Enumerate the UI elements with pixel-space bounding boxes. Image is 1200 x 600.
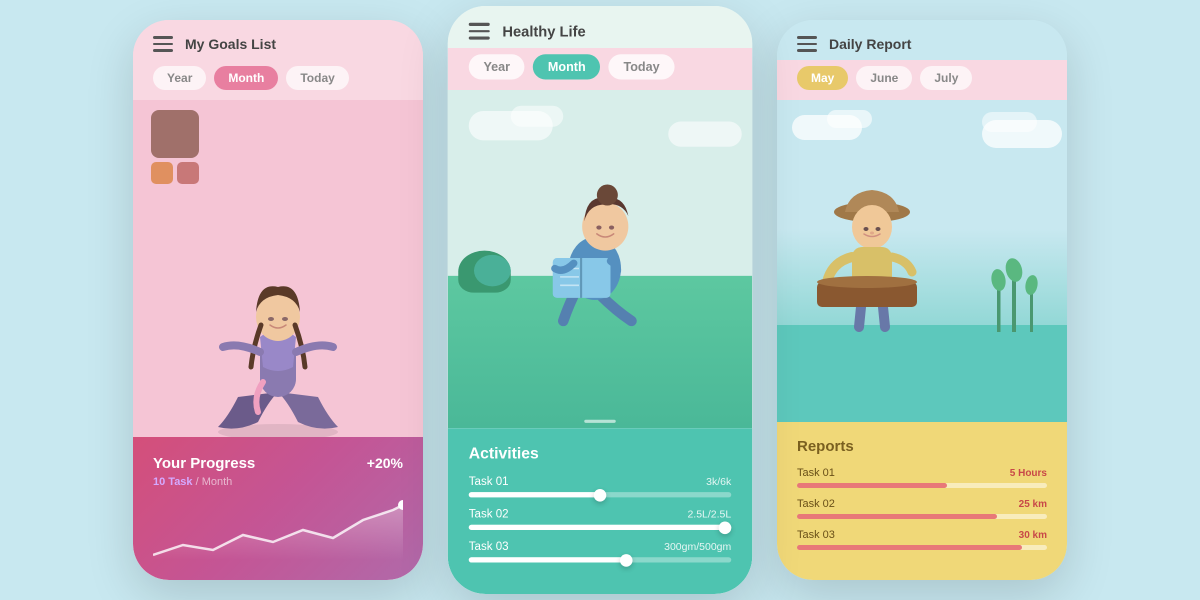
phone-goals: My Goals List Year Month Today	[133, 20, 423, 580]
phone1-title: My Goals List	[185, 36, 276, 52]
progress-percent: +20%	[367, 455, 403, 471]
menu-icon[interactable]	[153, 36, 173, 52]
tab-month-p2[interactable]: Month	[533, 54, 600, 79]
tab-year-p2[interactable]: Year	[469, 54, 525, 79]
phone-healthy: Healthy Life Year Month Today	[448, 6, 753, 594]
phone1-tabs: Year Month Today	[133, 60, 423, 100]
menu-icon-p2[interactable]	[469, 23, 490, 39]
phone2-tabs: Year Month Today	[448, 48, 753, 90]
tab-june[interactable]: June	[856, 66, 912, 90]
report-row-3: Task 03 30 km	[797, 529, 1047, 550]
tab-year-p1[interactable]: Year	[153, 66, 206, 90]
activity-row-2: Task 02 2.5L/2.5L	[469, 508, 732, 530]
farmer-illustration	[797, 172, 947, 332]
tab-today-p1[interactable]: Today	[286, 66, 348, 90]
activities-label: Activities	[469, 445, 732, 463]
color-squares	[151, 110, 199, 184]
activity-row-3: Task 03 300gm/500gm	[469, 540, 732, 562]
phone1-image	[133, 100, 423, 437]
line-chart	[153, 500, 403, 560]
tab-today-p2[interactable]: Today	[609, 54, 675, 79]
tab-month-p1[interactable]: Month	[214, 66, 278, 90]
phone1-progress-panel: Your Progress 10 Task / Month +20%	[133, 437, 423, 580]
progress-label: Your Progress	[153, 455, 403, 472]
reading-illustration	[511, 159, 690, 327]
phone2-header: Healthy Life	[448, 6, 753, 48]
tab-july[interactable]: July	[920, 66, 972, 90]
menu-icon-p3[interactable]	[797, 36, 817, 52]
phone3-header: Daily Report	[777, 20, 1067, 60]
reports-label: Reports	[797, 438, 1047, 455]
phone3-title: Daily Report	[829, 36, 911, 52]
phone2-image	[448, 90, 753, 428]
phone1-header: My Goals List	[133, 20, 423, 60]
phones-container: My Goals List Year Month Today	[0, 0, 1200, 600]
phone3-image	[777, 100, 1067, 422]
report-row-1: Task 01 5 Hours	[797, 467, 1047, 488]
corn-plants	[982, 252, 1052, 332]
phone3-reports-panel: Reports Task 01 5 Hours Task 02 25 km Ta…	[777, 422, 1067, 580]
phone2-activities-panel: Activities Task 01 3k/6k Task 02 2.5L/2.…	[448, 428, 753, 594]
phone2-title: Healthy Life	[502, 23, 585, 40]
phone-report: Daily Report May June July	[777, 20, 1067, 580]
activity-row-1: Task 01 3k/6k	[469, 475, 732, 497]
phone3-tabs: May June July	[777, 60, 1067, 100]
report-row-2: Task 02 25 km	[797, 498, 1047, 519]
progress-sub: 10 Task / Month	[153, 476, 403, 488]
tab-may[interactable]: May	[797, 66, 848, 90]
yoga-illustration	[178, 217, 378, 437]
